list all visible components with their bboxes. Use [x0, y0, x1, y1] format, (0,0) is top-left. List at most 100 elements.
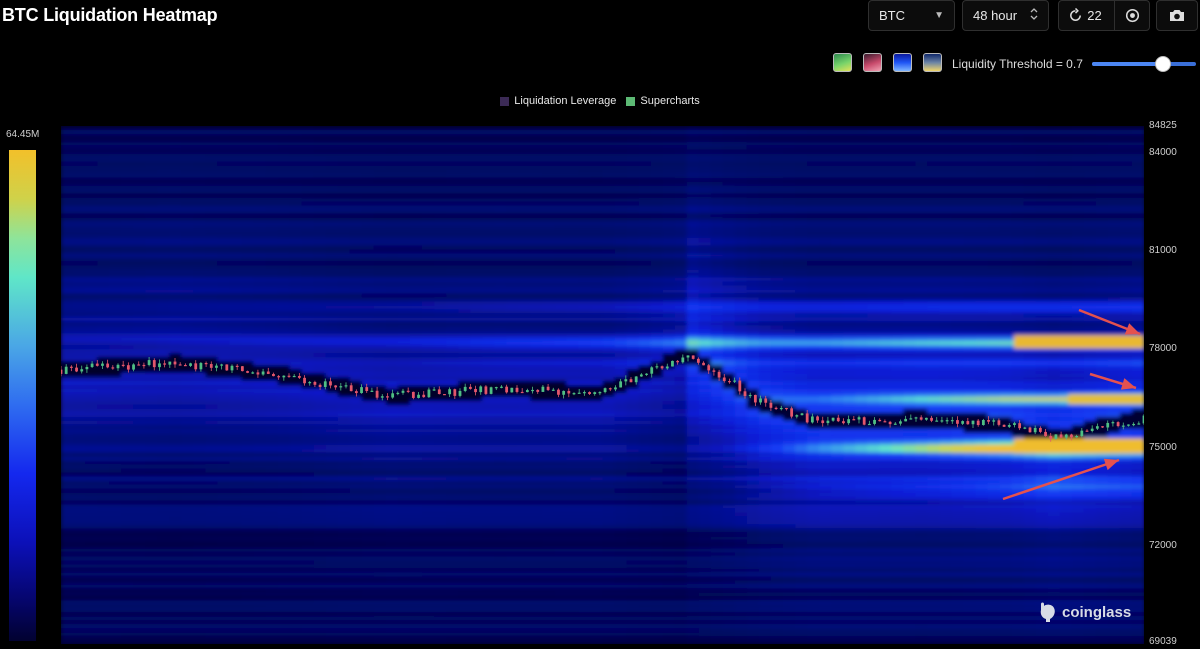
heatmap-cell — [397, 620, 411, 625]
heatmap-cell — [73, 600, 86, 605]
heatmap-cell — [217, 329, 231, 334]
heatmap-cell — [325, 129, 339, 135]
heatmap-cell — [349, 281, 363, 286]
heatmap-cell — [109, 492, 122, 498]
heatmap-cell — [265, 580, 279, 585]
heatmap-cell — [337, 432, 351, 438]
heatmap-cell — [482, 305, 495, 310]
heatmap-cell — [422, 309, 435, 314]
heatmap-cell — [85, 357, 98, 362]
threshold-slider[interactable] — [1092, 56, 1196, 72]
heatmap-cell — [109, 592, 122, 597]
heatmap-cell — [277, 161, 291, 167]
heatmap-cell — [277, 309, 291, 314]
heatmap-cell — [97, 373, 110, 378]
heatmap-cell — [434, 604, 447, 609]
heatmap-cell — [133, 345, 146, 350]
heatmap-cell — [301, 468, 315, 474]
heatmap-cell — [241, 404, 255, 410]
heatmap-cell — [241, 512, 255, 518]
heatmap-cell — [373, 209, 387, 215]
heatmap-cell — [97, 325, 110, 330]
liquidation-heatmap[interactable] — [59, 126, 1146, 645]
screenshot-button[interactable] — [1156, 0, 1198, 31]
legend-item-liquidation-leverage[interactable]: Liquidation Leverage — [500, 95, 616, 107]
heatmap-cell — [253, 357, 267, 362]
heatmap-cell — [458, 245, 471, 251]
heatmap-cell — [193, 153, 206, 159]
palette-swatch-blue[interactable] — [893, 53, 912, 72]
heatmap-cell — [265, 133, 279, 139]
heatmap-cell — [73, 576, 86, 581]
heatmap-cell — [145, 385, 158, 390]
heatmap-cell — [301, 576, 315, 581]
heatmap-cell — [157, 388, 170, 394]
legend-item-supercharts[interactable]: Supercharts — [626, 95, 700, 107]
heatmap-cell — [157, 444, 170, 450]
heatmap-cell — [337, 632, 351, 637]
heatmap-cell — [193, 333, 206, 338]
heatmap-cell — [109, 552, 122, 557]
heatmap-cell — [277, 341, 291, 346]
heatmap-cell — [373, 201, 387, 207]
heatmap-cell — [265, 165, 279, 171]
heatmap-cell — [97, 245, 110, 251]
heatmap-cell — [241, 396, 255, 402]
heatmap-cell — [157, 636, 170, 641]
heatmap-cell — [97, 492, 110, 498]
threshold-slider-thumb[interactable] — [1155, 56, 1172, 72]
heatmap-cell — [181, 365, 194, 370]
palette-swatch-red[interactable] — [863, 53, 882, 72]
heatmap-cell — [349, 177, 363, 183]
heatmap-cell — [265, 624, 279, 629]
heatmap-cell — [73, 484, 86, 490]
heatmap-cell — [109, 616, 122, 621]
record-icon[interactable] — [1125, 8, 1140, 23]
heatmap-cell — [409, 197, 423, 203]
symbol-select[interactable]: BTC ▼ — [868, 0, 955, 31]
heatmap-cell — [145, 205, 158, 211]
heatmap-cell — [277, 472, 291, 478]
heatmap-cell — [109, 193, 122, 199]
heatmap-cell — [277, 456, 291, 462]
heatmap-cell — [253, 189, 267, 195]
heatmap-cell — [325, 440, 339, 446]
heatmap-cell — [397, 189, 411, 195]
heatmap-cell — [181, 468, 194, 474]
heatmap-cell — [205, 492, 219, 498]
heatmap-cell — [313, 440, 327, 446]
heatmap-cell — [301, 472, 315, 478]
heatmap-cell — [482, 396, 495, 402]
palette-swatch-green[interactable] — [833, 53, 852, 72]
heatmap-cell — [434, 293, 447, 298]
heatmap-cell — [157, 548, 170, 553]
heatmap-cell — [109, 169, 122, 175]
heatmap-cell — [85, 596, 98, 601]
heatmap-cell — [61, 173, 74, 179]
heatmap-cell — [85, 157, 98, 163]
heatmap-cell — [193, 544, 206, 549]
heatmap-cell — [385, 373, 399, 378]
refresh-countdown-button[interactable]: 22 — [1058, 0, 1150, 31]
heatmap-cell — [506, 464, 519, 470]
heatmap-cell — [361, 221, 375, 227]
heatmap-cell — [385, 369, 399, 374]
heatmap-cell — [181, 357, 194, 362]
heatmap-cell — [277, 353, 291, 358]
heatmap-cell — [349, 420, 363, 426]
time-range-select[interactable]: 48 hour — [962, 0, 1049, 31]
heatmap-cell — [205, 133, 219, 139]
heatmap-cell — [253, 528, 267, 534]
heatmap-cell — [145, 241, 158, 247]
heatmap-cell — [361, 480, 375, 486]
heatmap-cell — [217, 129, 231, 135]
heatmap-cell — [157, 209, 170, 215]
heatmap-cell — [422, 556, 435, 561]
heatmap-cell — [121, 572, 134, 577]
heatmap-cell — [301, 141, 315, 147]
heatmap-cell — [422, 289, 435, 294]
heatmap-cell — [265, 504, 279, 510]
heatmap-cell — [289, 520, 303, 526]
heatmap-cell — [73, 297, 86, 302]
palette-swatch-blue-yellow[interactable] — [923, 53, 942, 72]
